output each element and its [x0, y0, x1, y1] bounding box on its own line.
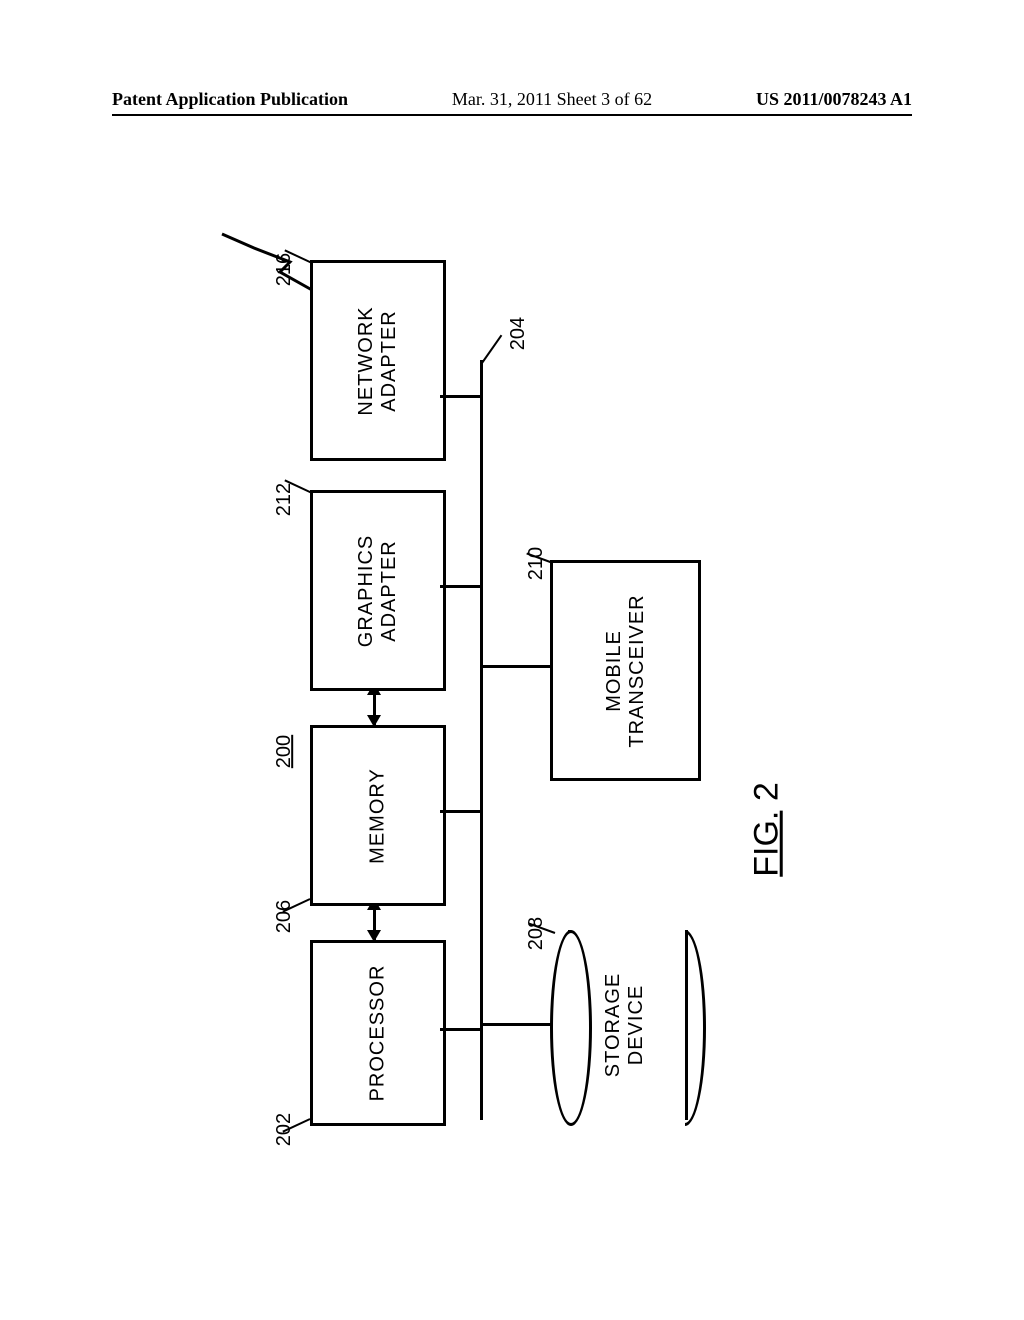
block-graphics-adapter: GRAPHICS ADAPTER [310, 490, 446, 691]
conn-mobile [483, 665, 550, 668]
header-right: US 2011/0078243 A1 [756, 89, 912, 110]
block-storage-device: STORAGE DEVICE [550, 930, 700, 1120]
arrow-mem-gfx [373, 685, 376, 725]
conn-storage [483, 1023, 553, 1026]
figure-caption-prefix: FIG. [748, 811, 786, 877]
block-network-adapter: NETWORK ADAPTER [310, 260, 446, 461]
block-processor: PROCESSOR [310, 940, 446, 1126]
label-graphics-adapter: GRAPHICS ADAPTER [355, 534, 401, 646]
label-storage-device: STORAGE DEVICE [602, 973, 648, 1077]
arrow-proc-mem [373, 900, 376, 940]
conn-network [440, 395, 480, 398]
ref-mobile-transceiver: 210 [525, 547, 548, 580]
page-header: Patent Application Publication Mar. 31, … [112, 80, 912, 116]
header-center: Mar. 31, 2011 Sheet 3 of 62 [348, 89, 756, 110]
conn-processor [440, 1028, 480, 1031]
header-left: Patent Application Publication [112, 89, 348, 110]
block-mobile-transceiver: MOBILE TRANSCEIVER [550, 560, 701, 781]
ref-system: 200 [273, 735, 296, 768]
label-processor: PROCESSOR [367, 965, 390, 1102]
label-mobile-transceiver: MOBILE TRANSCEIVER [603, 594, 649, 747]
label-network-adapter: NETWORK ADAPTER [355, 306, 401, 415]
figure-2: 200 204 PROCESSOR 202 MEMORY 206 GRAPHIC… [160, 170, 860, 1170]
label-memory: MEMORY [367, 768, 390, 864]
conn-graphics [440, 585, 480, 588]
figure-caption-number: 2 [748, 782, 786, 810]
ref-graphics-adapter: 212 [273, 483, 296, 516]
signal-icon [220, 230, 315, 300]
bus-line [480, 360, 483, 1120]
conn-memory [440, 810, 480, 813]
ref-bus: 204 [507, 317, 530, 350]
leader-bus [481, 335, 502, 364]
block-memory: MEMORY [310, 725, 446, 906]
figure-caption: FIG. 2 [748, 782, 787, 876]
